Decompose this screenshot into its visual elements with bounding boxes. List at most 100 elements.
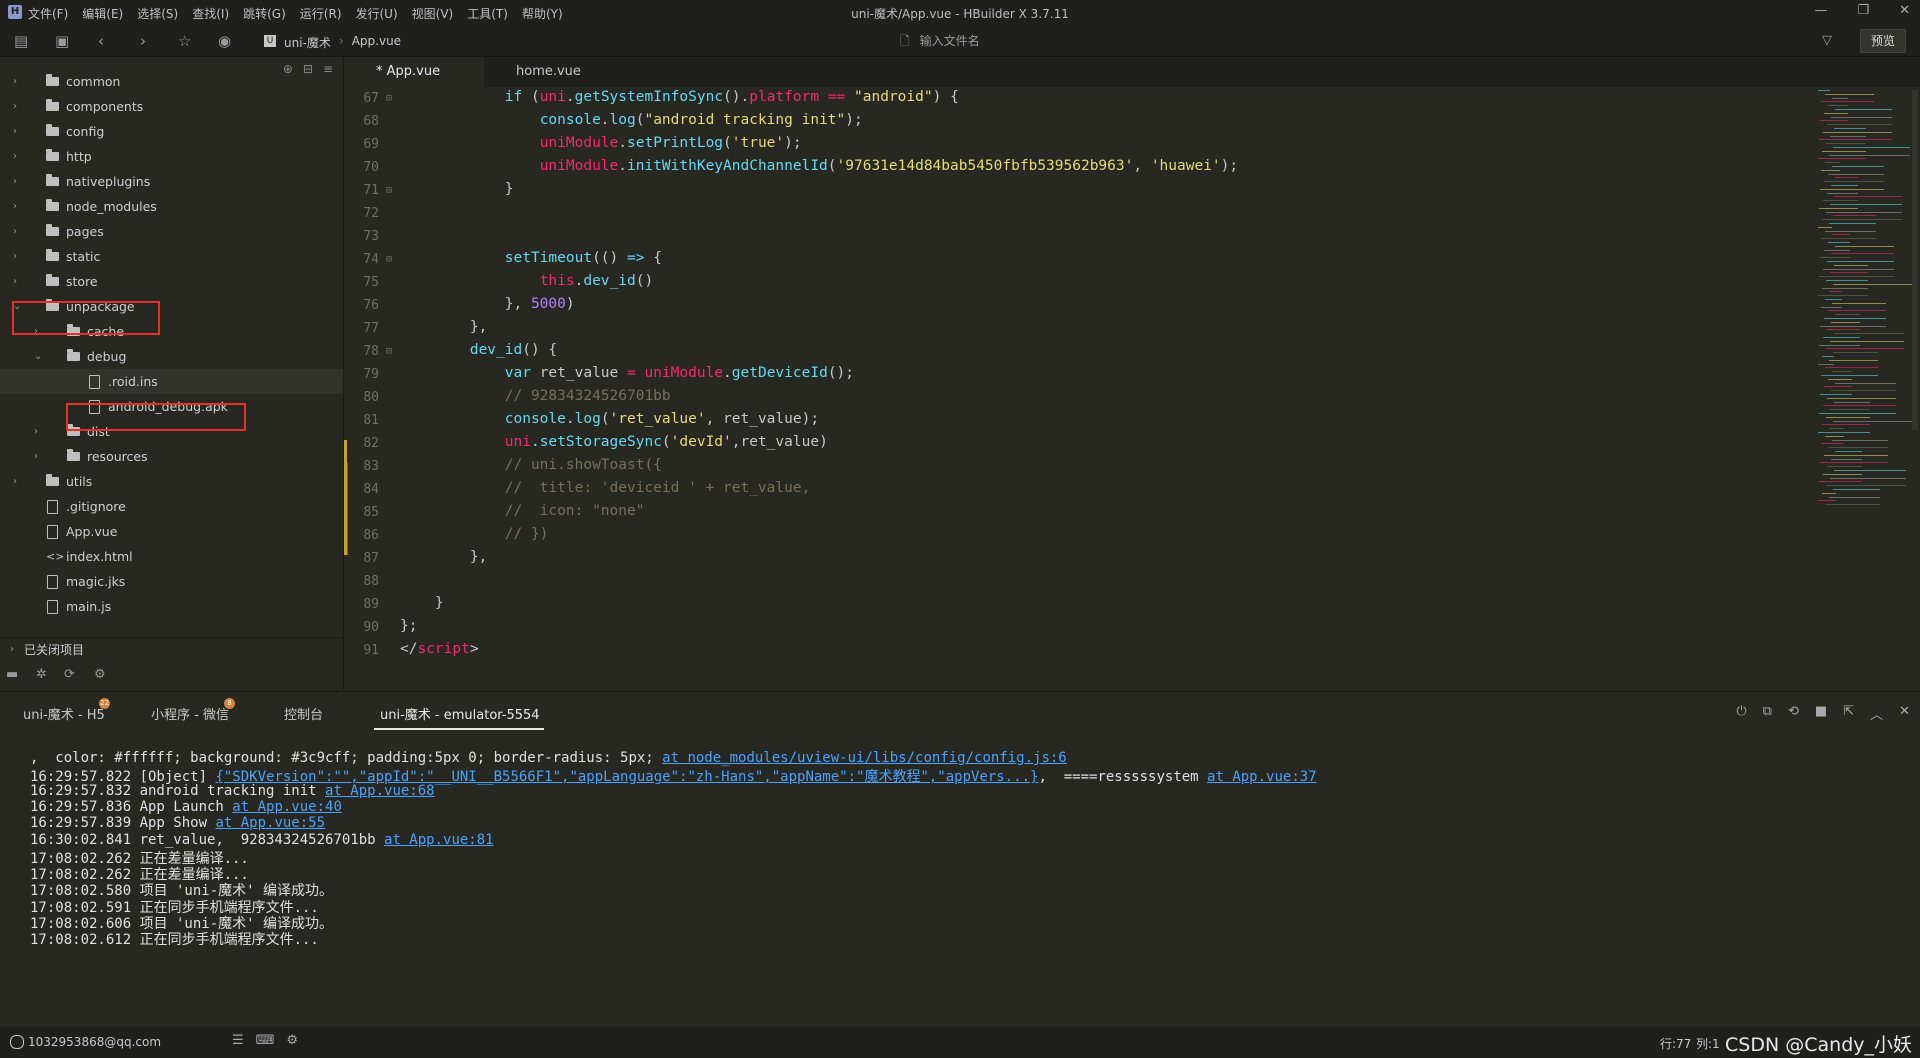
tree-item[interactable]: › static xyxy=(0,244,343,269)
maximize-panel-icon[interactable]: ︿ xyxy=(1870,704,1883,723)
minimap-line xyxy=(1827,466,1862,468)
breadcrumb-project[interactable]: uni-魔术 xyxy=(284,34,331,51)
settings-icon[interactable]: ⚙ xyxy=(286,1033,298,1048)
square-icon[interactable]: ■ xyxy=(1815,704,1827,723)
minimap-line xyxy=(1821,101,1874,103)
list-icon[interactable]: ☰ xyxy=(232,1033,244,1048)
run-icon[interactable]: ◉ xyxy=(218,32,231,50)
console-link[interactable]: at App.vue:81 xyxy=(384,832,494,848)
stop-icon[interactable]: ⏻ xyxy=(1736,704,1746,723)
chevron-right-icon[interactable]: › xyxy=(13,69,23,94)
panel-tab-label: uni-魔术 - H5 xyxy=(23,708,105,723)
chevron-right-icon[interactable]: › xyxy=(13,469,23,494)
tree-item-label: magic.jks xyxy=(66,574,126,589)
tree-item[interactable]: › utils xyxy=(0,469,343,494)
line-number: 75 xyxy=(363,275,379,290)
chevron-right-icon[interactable]: › xyxy=(13,219,23,244)
fold-toggle-icon[interactable]: ⊟ xyxy=(386,185,392,196)
tree-item[interactable]: › http xyxy=(0,144,343,169)
tree-item[interactable]: › node_modules xyxy=(0,194,343,219)
new-file-icon[interactable]: ▤ xyxy=(14,32,28,50)
debug-icon[interactable]: ✲ xyxy=(36,667,47,682)
file-search-input[interactable]: 输入文件名 xyxy=(920,32,980,53)
code-line: uniModule.setPrintLog('true'); xyxy=(539,135,802,151)
chevron-right-icon[interactable]: › xyxy=(13,144,23,169)
chevron-right-icon[interactable]: › xyxy=(13,119,23,144)
minimap-line xyxy=(1834,401,1870,403)
closed-projects[interactable]: › 已关闭项目 xyxy=(0,637,343,662)
minimap-line xyxy=(1827,192,1858,194)
tree-item-label: main.js xyxy=(66,599,112,614)
tree-item[interactable]: › common xyxy=(0,69,343,94)
line-number: 86 xyxy=(363,528,379,543)
minimize-button[interactable]: — xyxy=(1814,3,1827,18)
close-button[interactable]: ✕ xyxy=(1899,3,1910,18)
chevron-right-icon[interactable]: › xyxy=(34,419,44,444)
folder-icon[interactable]: ▬ xyxy=(6,667,18,682)
chevron-right-icon[interactable]: › xyxy=(13,244,23,269)
chevron-right-icon[interactable]: › xyxy=(13,169,23,194)
close-panel-icon[interactable]: ✕ xyxy=(1899,704,1910,723)
console-link[interactable]: at App.vue:37 xyxy=(1207,769,1317,785)
tree-item[interactable]: .roid.ins xyxy=(0,369,343,394)
line-number: 70 xyxy=(363,160,379,175)
minimap-line xyxy=(1821,443,1844,445)
minimap[interactable] xyxy=(1812,90,1920,540)
filter-icon[interactable]: ▽ xyxy=(1822,33,1832,48)
fold-toggle-icon[interactable]: ⊟ xyxy=(386,254,392,265)
minimap-line xyxy=(1835,109,1892,110)
minimap-line xyxy=(1835,451,1862,452)
panel-tab-label: 小程序 - 微信 xyxy=(151,708,229,723)
code-editor[interactable]: 67 ⊟ 68 69 70 71 ⊟ 72 73 74 ⊟ 75 76 77 78 ⊟ 79 80 81 82 83 84… xyxy=(344,87,1920,690)
git-icon[interactable]: ⟳ xyxy=(64,667,75,682)
cursor-line[interactable]: 行:77 xyxy=(1660,1035,1691,1052)
open-icon[interactable]: ⧉ xyxy=(1763,704,1772,723)
tree-item[interactable]: main.js xyxy=(0,594,343,619)
tree-item[interactable]: <> index.html xyxy=(0,544,343,569)
panel-tab-emulator[interactable]: uni-魔术 - emulator-5554 xyxy=(380,704,540,723)
chevron-right-icon[interactable]: › xyxy=(13,194,23,219)
restore-button[interactable]: ❐ xyxy=(1857,3,1869,18)
console-link[interactable]: at App.vue:68 xyxy=(325,783,435,799)
panel-tab-weixin[interactable]: 小程序 - 微信 8 xyxy=(151,698,235,723)
tree-item[interactable]: › nativeplugins xyxy=(0,169,343,194)
tree-item[interactable]: › store xyxy=(0,269,343,294)
change-marker xyxy=(344,440,347,463)
terminal-icon[interactable]: ⌨ xyxy=(256,1033,275,1048)
tree-item[interactable]: ⌄ debug xyxy=(0,344,343,369)
console-link[interactable]: at App.vue:55 xyxy=(215,815,325,831)
tree-item[interactable]: › config xyxy=(0,119,343,144)
forward-icon[interactable]: › xyxy=(140,32,146,50)
tree-item[interactable]: magic.jks xyxy=(0,569,343,594)
console-line: 16:29:57.832 android tracking init at Ap… xyxy=(30,783,435,799)
preview-button[interactable]: 预览 xyxy=(1860,29,1906,53)
plugin-icon[interactable]: ⚙ xyxy=(94,667,106,682)
console-link[interactable]: at node_modules/uview-ui/libs/config/con… xyxy=(662,750,1067,766)
user-account[interactable]: 1032953868@qq.com xyxy=(28,1035,161,1049)
chevron-right-icon[interactable]: › xyxy=(13,94,23,119)
panel-tab-console[interactable]: 控制台 xyxy=(284,704,323,723)
save-icon[interactable]: ▣ xyxy=(55,32,69,50)
tree-item[interactable]: › components xyxy=(0,94,343,119)
tab-home-vue[interactable]: home.vue xyxy=(484,57,624,87)
cursor-column[interactable]: 列:1 xyxy=(1696,1035,1720,1052)
export-icon[interactable]: ⇱ xyxy=(1843,704,1854,723)
editor-scrollbar[interactable] xyxy=(1912,90,1918,430)
tree-item[interactable]: › resources xyxy=(0,444,343,469)
tree-item[interactable]: › pages xyxy=(0,219,343,244)
file-search[interactable]: 🗋 输入文件名 xyxy=(900,32,980,53)
tree-item[interactable]: App.vue xyxy=(0,519,343,544)
chevron-right-icon[interactable]: › xyxy=(13,269,23,294)
tree-item[interactable]: .gitignore xyxy=(0,494,343,519)
star-icon[interactable]: ☆ xyxy=(178,32,191,50)
breadcrumb-file[interactable]: App.vue xyxy=(352,34,401,51)
fold-toggle-icon[interactable]: ⊟ xyxy=(386,346,392,357)
chevron-down-icon[interactable]: ⌄ xyxy=(34,344,44,369)
chevron-right-icon[interactable]: › xyxy=(34,444,44,469)
console-link[interactable]: at App.vue:40 xyxy=(232,799,342,815)
fold-toggle-icon[interactable]: ⊟ xyxy=(386,93,392,104)
panel-tab-h5[interactable]: uni-魔术 - H5 22 xyxy=(23,698,110,723)
back-icon[interactable]: ‹ xyxy=(98,32,104,50)
tab-app-vue[interactable]: * App.vue xyxy=(344,57,484,87)
restart-icon[interactable]: ⟲ xyxy=(1788,704,1799,723)
